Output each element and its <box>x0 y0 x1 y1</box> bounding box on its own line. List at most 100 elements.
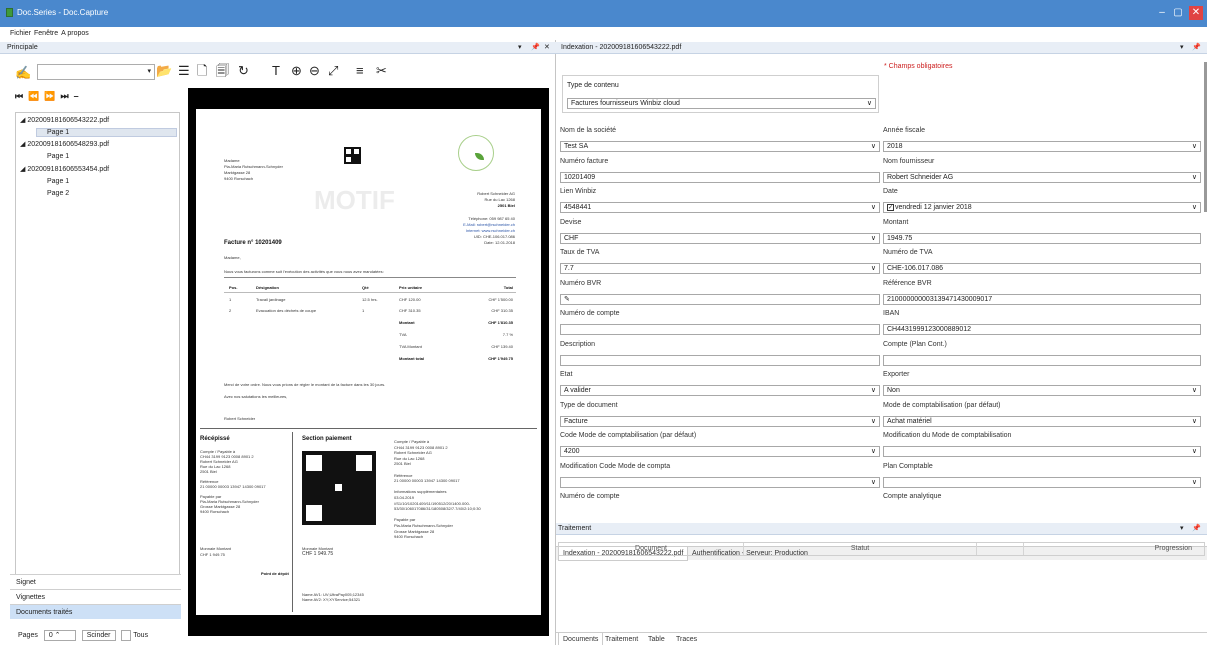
field-select[interactable]: ∨ <box>883 446 1201 457</box>
pin-icon[interactable]: 📌 <box>1192 42 1201 54</box>
profile-combo[interactable]: ▾ <box>37 64 155 80</box>
menu-fenetre[interactable]: Fenêtre <box>34 27 58 40</box>
total-value: CHF 1'810.35 <box>488 320 513 325</box>
field-select[interactable]: Facture ∨ <box>560 415 880 427</box>
col-statut[interactable]: Statut <box>744 543 977 555</box>
close-pane-icon[interactable]: ✕ <box>544 42 550 54</box>
rotate-icon[interactable]: ↻ <box>238 64 249 78</box>
pin-icon[interactable]: 📌 <box>531 42 540 54</box>
documents-traites-tab[interactable]: Documents traités <box>10 604 181 619</box>
tree-node-page[interactable]: Page 1 <box>36 128 177 137</box>
tree-node-file[interactable]: ◢ 202009181606543222.pdf <box>20 116 109 124</box>
col-progression[interactable]: Progression <box>1024 543 1204 555</box>
chevron-down-icon[interactable]: ∨ <box>871 142 876 151</box>
pane-menu-icon[interactable]: ▾ <box>518 42 522 54</box>
field-select[interactable]: 4200 ∨ <box>560 446 880 457</box>
chevron-down-icon[interactable]: ∨ <box>871 386 876 395</box>
content-type-select[interactable]: Factures fournisseurs Winbiz cloud ∨ <box>567 98 876 109</box>
scan-tool-icon[interactable]: ✍ <box>15 66 31 80</box>
chevron-down-icon[interactable]: ∨ <box>1192 478 1197 487</box>
col-empty[interactable] <box>977 543 1024 555</box>
maximize-button[interactable]: ▢ <box>1171 6 1185 20</box>
field-input[interactable] <box>560 324 880 335</box>
field-input[interactable] <box>883 354 1201 366</box>
tree-node-page[interactable]: Page 2 <box>47 190 69 197</box>
minimize-button[interactable]: – <box>1155 6 1169 20</box>
remove-icon[interactable]: – <box>74 91 84 101</box>
chevron-down-icon[interactable]: ∨ <box>1192 447 1197 456</box>
chevron-down-icon[interactable]: ∨ <box>1192 173 1197 182</box>
menu-fichier[interactable]: Fichier <box>10 27 31 40</box>
chevron-down-icon[interactable]: ∨ <box>1192 203 1197 212</box>
signet-tab[interactable]: Signet <box>10 574 181 589</box>
menu-a-propos[interactable]: A propos <box>61 27 89 40</box>
vignettes-tab[interactable]: Vignettes <box>10 589 181 604</box>
field-select[interactable]: 7.7 ∨ <box>560 263 880 274</box>
tools-icon[interactable]: ✂ <box>376 64 387 78</box>
col-document[interactable]: Document <box>559 543 744 555</box>
tree-node-page[interactable]: Page 1 <box>47 153 69 160</box>
text-select-icon[interactable]: T <box>272 64 280 78</box>
field-input[interactable]: 1949.75 <box>883 232 1201 244</box>
last-page-icon[interactable]: ⏭ <box>61 91 74 101</box>
fit-icon[interactable]: ⤢ <box>328 64 338 78</box>
pen-icon[interactable]: ✎ <box>564 296 570 303</box>
field-input[interactable] <box>560 354 880 366</box>
first-page-icon[interactable]: ⏮ <box>15 91 28 101</box>
field-select[interactable]: 4548441 ∨ <box>560 202 880 213</box>
chevron-down-icon[interactable]: ∨ <box>871 478 876 487</box>
field-select[interactable]: Non ∨ <box>883 385 1201 396</box>
split-button[interactable]: Scinder <box>81 630 116 641</box>
traitement-grid: Document Statut Progression <box>558 542 1205 556</box>
field-input[interactable]: 210000000003139471430009017 <box>883 293 1201 305</box>
pin-icon[interactable]: 📌 <box>1192 523 1201 535</box>
field-select[interactable]: Robert Schneider AG ∨ <box>883 171 1201 183</box>
field-select[interactable]: ✓ vendredi 12 janvier 2018 ∨ <box>883 202 1201 213</box>
pages-spinner[interactable]: 0 ⌃ <box>43 630 76 641</box>
field-label: Exporter <box>883 371 910 378</box>
field-input[interactable]: 10201409 <box>560 171 880 183</box>
zoom-in-icon[interactable]: ⊕ <box>291 64 302 78</box>
chevron-down-icon[interactable]: ∨ <box>1192 386 1197 395</box>
chevron-down-icon[interactable]: ∨ <box>871 264 876 273</box>
date-checkbox[interactable]: ✓ <box>887 203 894 211</box>
field-select[interactable]: Test SA ∨ <box>560 141 880 152</box>
list-icon[interactable]: ☰ <box>178 64 190 78</box>
next-page-icon[interactable]: ⏩ <box>44 91 60 101</box>
invoice-page: Madame Pia-Maria Rutschmann-Schnyder Mar… <box>196 109 541 615</box>
tree-node-file[interactable]: ◢ 202009181606548293.pdf <box>20 140 109 148</box>
previous-page-icon[interactable]: ⏪ <box>28 91 44 101</box>
chevron-down-icon[interactable]: ∨ <box>1192 417 1197 426</box>
tree-node-page[interactable]: Page 1 <box>47 178 69 185</box>
field-input[interactable]: ✎ <box>560 293 880 305</box>
close-button[interactable]: ✕ <box>1189 6 1203 20</box>
page-icon[interactable]: 🗋 <box>197 64 207 78</box>
tree-node-file[interactable]: ◢ 202009181606553454.pdf <box>20 165 109 173</box>
index-list-icon[interactable]: ≡ <box>356 64 364 78</box>
chevron-down-icon[interactable]: ∨ <box>871 447 876 456</box>
field-select[interactable]: ∨ <box>883 476 1201 488</box>
tab-table[interactable]: Table <box>644 633 669 645</box>
chevron-down-icon[interactable]: ∨ <box>871 234 876 243</box>
zoom-out-icon[interactable]: ⊖ <box>309 64 320 78</box>
pane-menu-icon[interactable]: ▾ <box>1180 523 1184 535</box>
field-select[interactable]: ∨ <box>560 476 880 488</box>
chevron-down-icon[interactable]: ∨ <box>1192 142 1197 151</box>
field-select[interactable]: Achat matériel ∨ <box>883 415 1201 427</box>
field-select[interactable]: A valider ∨ <box>560 385 880 396</box>
open-folder-icon[interactable]: 📂 <box>156 64 172 78</box>
field-select[interactable]: 2018 ∨ <box>883 141 1201 152</box>
document-viewer[interactable]: Madame Pia-Maria Rutschmann-Schnyder Mar… <box>188 88 549 636</box>
pages-icon[interactable]: 🗐 <box>216 64 229 78</box>
field-input[interactable]: CHE-106.017.086 <box>883 263 1201 274</box>
chevron-down-icon[interactable]: ∨ <box>871 203 876 212</box>
pane-menu-icon[interactable]: ▾ <box>1180 42 1184 54</box>
field-input[interactable]: CH4431999123000889012 <box>883 324 1201 335</box>
row-cell: CHF 1'500.00 <box>488 297 513 302</box>
tab-traitement[interactable]: Traitement <box>601 633 642 645</box>
tab-traces[interactable]: Traces <box>672 633 701 645</box>
chevron-down-icon[interactable]: ∨ <box>871 417 876 426</box>
tab-documents[interactable]: Documents <box>558 633 604 645</box>
all-checkbox[interactable] <box>121 630 132 641</box>
field-select[interactable]: CHF ∨ <box>560 232 880 244</box>
